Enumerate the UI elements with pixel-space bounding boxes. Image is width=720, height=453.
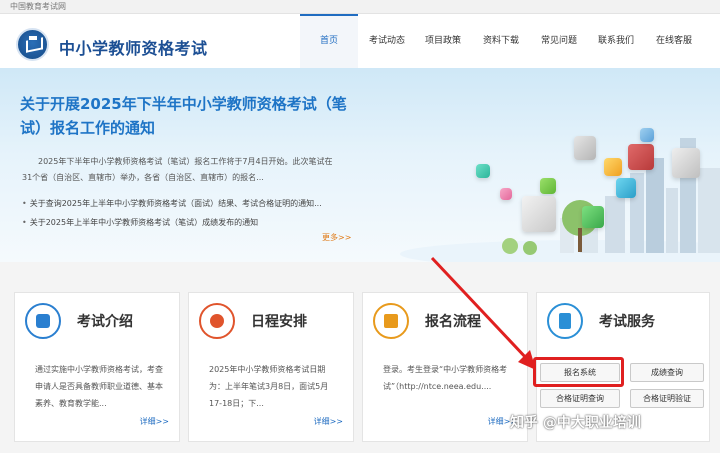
nav-item-home[interactable]: 首页 — [300, 14, 358, 68]
service-icon — [547, 303, 583, 339]
decor-cube — [574, 136, 596, 160]
nav-item-downloads[interactable]: 资料下载 — [472, 14, 530, 68]
nav-item-contact[interactable]: 联系我们 — [587, 14, 645, 68]
certificate-query-button[interactable]: 合格证明查询 — [540, 389, 620, 408]
nav-item-exam-news[interactable]: 考试动态 — [358, 14, 416, 68]
nav-item-online-service[interactable]: 在线客服 — [645, 14, 703, 68]
decor-cube — [540, 178, 556, 194]
card-registration-process: 报名流程 登录。考生登录“中小学教师资格考试”（http://ntce.neea… — [362, 292, 528, 442]
card-title[interactable]: 日程安排 — [251, 311, 307, 331]
logo-icon[interactable] — [16, 28, 49, 61]
decor-cube — [628, 144, 654, 170]
decor-cube — [616, 178, 636, 198]
card-text: 通过实施中小学教师资格考试，考查申请人是否具备教师职业道德、基本素养、教育教学能… — [35, 365, 163, 408]
city-illustration — [400, 138, 720, 262]
highlight-box — [533, 357, 624, 387]
decor-cube — [476, 164, 490, 178]
hero-summary: 2025年下半年中小学教师资格考试（笔试）报名工作将于7月4日开始。此次笔试在3… — [22, 157, 333, 182]
card-title[interactable]: 考试介绍 — [77, 311, 133, 331]
document-icon — [25, 303, 61, 339]
detail-link[interactable]: 详细>> — [314, 416, 343, 427]
check-icon — [199, 303, 235, 339]
topbar-site-link[interactable]: 中国教育考试网 — [10, 1, 66, 12]
news-item[interactable]: 关于查询2025年上半年中小学教师资格考试（面试）结果、考试合格证明的通知... — [22, 194, 352, 213]
hero-news-list: 关于查询2025年上半年中小学教师资格考试（面试）结果、考试合格证明的通知...… — [22, 194, 352, 232]
nav-item-faq[interactable]: 常见问题 — [530, 14, 588, 68]
decor-cube — [582, 206, 604, 228]
nav-item-policy[interactable]: 项目政策 — [414, 14, 472, 68]
detail-link[interactable]: 详细>> — [140, 416, 169, 427]
form-icon — [373, 303, 409, 339]
decor-cube — [522, 196, 556, 232]
top-utility-bar: 中国教育考试网 — [0, 0, 720, 14]
decor-cube — [604, 158, 622, 176]
score-query-button[interactable]: 成绩查询 — [630, 363, 704, 382]
decor-cube — [672, 148, 700, 178]
more-link[interactable]: 更多>> — [322, 232, 351, 243]
card-title[interactable]: 考试服务 — [599, 311, 655, 331]
card-text: 登录。考生登录“中小学教师资格考试”（http://ntce.neea.edu.… — [383, 365, 508, 391]
card-schedule: 日程安排 2025年中小学教师资格考试日期为：上半年笔试3月8日，面试5月17-… — [188, 292, 354, 442]
certificate-verify-button[interactable]: 合格证明验证 — [630, 389, 704, 408]
card-text: 2025年中小学教师资格考试日期为：上半年笔试3月8日，面试5月17-18日；下… — [209, 365, 329, 408]
news-item[interactable]: 关于2025年上半年中小学教师资格考试（笔试）成绩发布的通知 — [22, 213, 352, 232]
card-exam-intro: 考试介绍 通过实施中小学教师资格考试，考查申请人是否具备教师职业道德、基本素养、… — [14, 292, 180, 442]
watermark: 知乎 @中大职业培训 — [510, 415, 641, 431]
hero-banner: 关于开展2025年下半年中小学教师资格考试（笔试）报名工作的通知 2025年下半… — [0, 68, 720, 262]
card-title[interactable]: 报名流程 — [425, 311, 481, 331]
decor-cube — [640, 128, 654, 142]
hero-headline[interactable]: 关于开展2025年下半年中小学教师资格考试（笔试）报名工作的通知 — [20, 92, 360, 140]
site-title[interactable]: 中小学教师资格考试 — [59, 35, 208, 59]
decor-cube — [500, 188, 512, 200]
